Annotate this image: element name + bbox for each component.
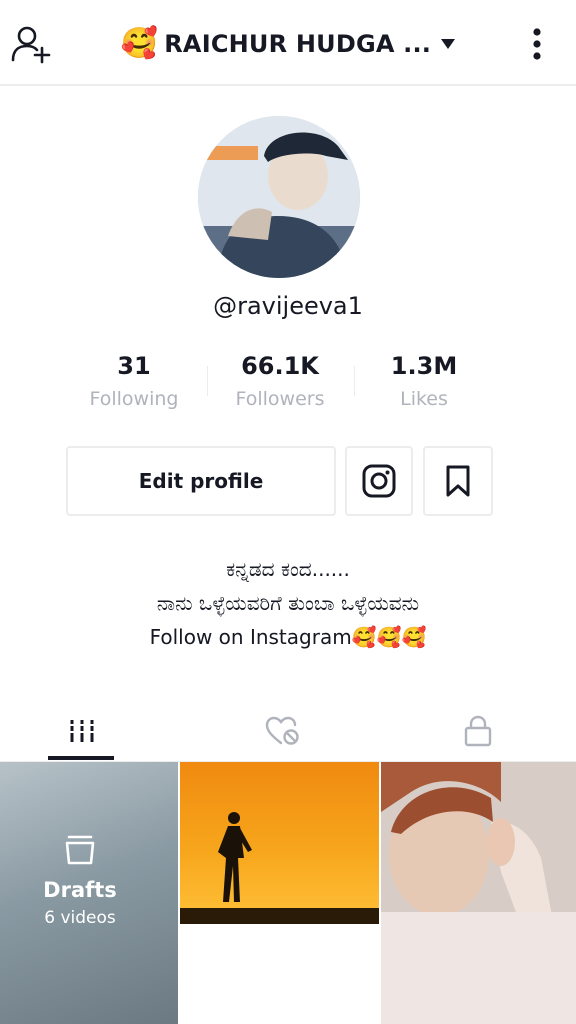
bio-line: ಕನ್ನಡದ ಕಂದ...... xyxy=(226,557,350,581)
tab-videos[interactable] xyxy=(12,700,152,762)
bio-line: ನಾನು ಒಳ್ಳೆಯವರಿಗೆ ತುಂಬಾ ಒಳ್ಳೆಯವನು xyxy=(156,591,420,615)
following-count: 31 xyxy=(117,352,151,380)
drafts-icon xyxy=(65,835,95,865)
instagram-icon xyxy=(362,464,396,498)
instagram-button[interactable] xyxy=(345,446,413,516)
avatar[interactable] xyxy=(198,116,360,278)
stat-following[interactable]: 31 Following xyxy=(64,348,204,410)
more-vertical-icon[interactable] xyxy=(520,24,554,64)
grid-icon xyxy=(68,720,96,742)
followers-count: 66.1K xyxy=(241,352,319,380)
sunset-thumbnail-image xyxy=(180,762,379,924)
likes-label: Likes xyxy=(400,388,448,410)
silhouette-figure xyxy=(218,812,252,902)
drafts-tile[interactable]: Drafts 6 videos xyxy=(0,762,178,1024)
active-tab-indicator xyxy=(48,756,114,760)
stat-divider xyxy=(207,366,208,396)
tab-private[interactable] xyxy=(408,700,548,762)
drafts-title: Drafts xyxy=(43,878,117,902)
drafts-count: 6 videos xyxy=(44,908,116,928)
liked-hidden-icon xyxy=(265,716,299,745)
smiling-face-hearts-icon: 🥰 xyxy=(120,26,159,61)
profile-stats: 31 Following 66.1K Followers 1.3M Likes xyxy=(62,348,514,418)
bio: ಕನ್ನಡದ ಕಂದ...... ನಾನು ಒಳ್ಳೆಯವರಿಗೆ ತುಂಬಾ … xyxy=(0,552,576,654)
caret-down-icon xyxy=(441,39,456,49)
likes-count: 1.3M xyxy=(390,352,458,380)
lock-icon xyxy=(464,715,492,747)
bookmark-icon xyxy=(446,465,470,497)
video-thumbnail[interactable] xyxy=(180,762,379,1024)
favorites-button[interactable] xyxy=(423,446,493,516)
followers-label: Followers xyxy=(235,388,325,410)
content-tabs xyxy=(0,700,576,762)
ground-strip xyxy=(180,908,379,924)
portrait-thumbnail-image xyxy=(381,762,576,1024)
username: @ravijeeva1 xyxy=(213,292,363,320)
top-bar: 🥰 RAICHUR HUDGA ... xyxy=(0,0,576,86)
following-label: Following xyxy=(89,388,179,410)
video-thumbnail[interactable] xyxy=(381,762,576,1024)
drafts-info: Drafts 6 videos xyxy=(0,832,160,928)
stat-followers[interactable]: 66.1K Followers xyxy=(210,348,350,410)
edit-profile-button[interactable]: Edit profile xyxy=(66,446,336,516)
tab-liked[interactable] xyxy=(212,700,352,762)
stat-likes[interactable]: 1.3M Likes xyxy=(354,348,494,410)
bio-line: Follow on Instagram🥰🥰🥰 xyxy=(149,625,427,649)
account-switcher[interactable]: 🥰 RAICHUR HUDGA ... xyxy=(0,26,576,62)
avatar-photo xyxy=(198,116,360,278)
account-name: RAICHUR HUDGA ... xyxy=(164,30,432,58)
